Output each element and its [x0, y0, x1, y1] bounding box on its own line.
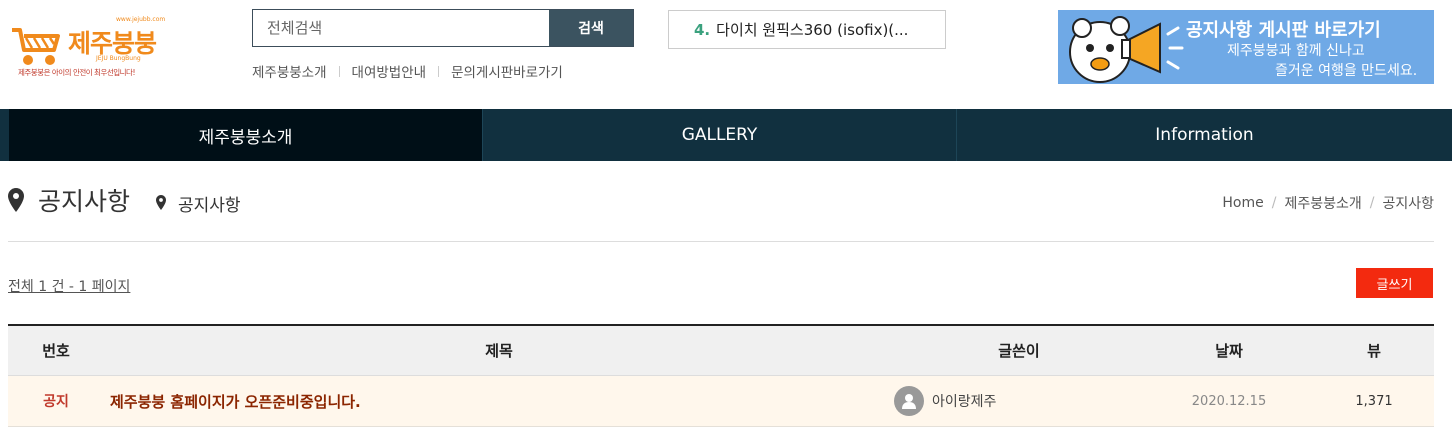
post-writer[interactable]: 아이랑제주: [894, 386, 1144, 416]
table-row[interactable]: 공지 제주붕붕 홈페이지가 오픈준비중입니다. 아이랑제주 2020.12.15…: [8, 376, 1434, 427]
main-nav: 제주붕붕소개 GALLERY Information: [0, 109, 1452, 161]
site-logo[interactable]: www.jejubb.com 제주붕붕 JEJU BungBung 제주붕붕은 …: [8, 16, 168, 82]
map-pin-icon: [156, 195, 166, 210]
popular-ticker[interactable]: 4. 다이치 원픽스360 (isofix)(...: [668, 10, 946, 49]
search-bar: 검색: [252, 9, 634, 47]
page-subtitle: 공지사항: [178, 196, 241, 216]
nav-item-information[interactable]: Information: [957, 109, 1452, 161]
page-title-row: 공지사항 공지사항 Home / 제주붕붕소개 / 공지사항: [8, 180, 1434, 242]
notice-badge: 공지: [43, 394, 69, 410]
divider: [438, 65, 440, 77]
board-table: 번호 제목 글쓴이 날짜 뷰 공지 제주붕붕 홈페이지가 오픈준비중입니다. 아…: [8, 324, 1434, 427]
search-button[interactable]: 검색: [549, 10, 633, 46]
logo-tagline: 제주붕붕은 아이의 안전이 최우선입니다!: [18, 68, 135, 77]
user-icon: [902, 394, 916, 409]
breadcrumb: Home / 제주붕붕소개 / 공지사항: [1222, 193, 1434, 213]
post-date: 2020.12.15: [1191, 393, 1267, 409]
sub-link-rental-guide[interactable]: 대여방법안내: [352, 61, 427, 81]
ticker-text: 다이치 원픽스360 (isofix)(...: [716, 21, 909, 39]
col-number: 번호: [42, 342, 70, 360]
nav-item-about[interactable]: 제주붕붕소개: [9, 109, 483, 161]
breadcrumb-current: 공지사항: [1382, 196, 1434, 212]
banner-line1: 제주붕붕과 함께 신나고: [1227, 43, 1365, 59]
table-header: 번호 제목 글쓴이 날짜 뷰: [8, 324, 1434, 376]
breadcrumb-about[interactable]: 제주붕붕소개: [1284, 193, 1361, 213]
notice-banner[interactable]: 공지사항 게시판 바로가기 제주붕붕과 함께 신나고 즐거운 여행을 만드세요.: [1058, 10, 1434, 84]
map-pin-icon: [8, 188, 24, 212]
post-subject-link[interactable]: 제주붕붕 홈페이지가 오픈준비중입니다.: [104, 391, 894, 412]
nav-item-gallery[interactable]: GALLERY: [483, 109, 957, 161]
header: www.jejubb.com 제주붕붕 JEJU BungBung 제주붕붕은 …: [0, 0, 1452, 108]
col-subject: 제목: [485, 342, 513, 360]
logo-url: www.jejubb.com: [116, 16, 166, 23]
ticker-number: 4.: [694, 20, 711, 39]
col-date: 날짜: [1215, 342, 1243, 360]
writer-name: 아이랑제주: [932, 394, 997, 410]
sub-link-inquiry-board[interactable]: 문의게시판바로가기: [451, 61, 563, 81]
avatar: [894, 386, 924, 416]
breadcrumb-home[interactable]: Home: [1222, 195, 1263, 211]
stroller-icon: [12, 28, 60, 65]
post-views: 1,371: [1355, 393, 1393, 409]
banner-title: 공지사항 게시판 바로가기: [1186, 20, 1381, 41]
col-writer: 글쓴이: [998, 342, 1040, 360]
divider: [338, 65, 340, 77]
search-input[interactable]: [253, 10, 549, 46]
breadcrumb-separator: /: [1369, 195, 1375, 211]
write-button[interactable]: 글쓰기: [1356, 268, 1433, 298]
sub-links: 제주붕붕소개 대여방법안내 문의게시판바로가기: [252, 61, 563, 81]
post-count[interactable]: 전체 1 건 - 1 페이지: [8, 276, 130, 296]
sub-link-about[interactable]: 제주붕붕소개: [252, 61, 327, 81]
logo-brand-en: JEJU BungBung: [96, 55, 141, 62]
mascot-megaphone-icon: [1069, 16, 1184, 83]
page-title: 공지사항: [38, 187, 131, 216]
breadcrumb-separator: /: [1271, 195, 1277, 211]
banner-line2: 즐거운 여행을 만드세요.: [1275, 63, 1418, 79]
col-views: 뷰: [1367, 342, 1381, 360]
